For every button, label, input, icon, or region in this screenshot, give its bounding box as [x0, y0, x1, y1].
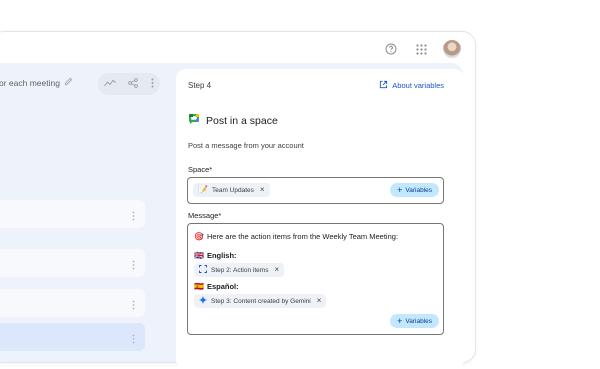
more-vert-icon[interactable]: [151, 75, 154, 93]
space-field[interactable]: 📝 Team Updates × + Variables: [187, 177, 444, 204]
more-vert-icon[interactable]: [132, 257, 135, 275]
more-vert-icon[interactable]: [132, 331, 135, 349]
space-chip-text: Team Updates: [211, 186, 254, 194]
flow-title-text: or each meeting: [0, 77, 60, 88]
action-title-text: Post in a space: [206, 114, 278, 127]
space-variables-button[interactable]: + Variables: [390, 183, 439, 197]
open-in-new-icon: [379, 80, 388, 91]
close-icon[interactable]: ×: [317, 297, 322, 305]
variables-label: Variables: [405, 186, 432, 194]
action-description: Post a message from your account: [188, 141, 304, 150]
flow-actions: [98, 73, 160, 95]
message-intro-line: 🎯 Here are the action items from the Wee…: [194, 232, 398, 241]
step3-chip-text: Step 3: Content created by Gemini: [211, 297, 311, 305]
flow-step-card[interactable]: [0, 200, 145, 228]
step2-chip-text: Step 2: Action items: [211, 266, 269, 274]
memo-emoji: 📝: [198, 185, 208, 194]
plus-icon: +: [397, 185, 403, 195]
activity-icon[interactable]: [104, 75, 116, 93]
step3-variable-chip[interactable]: Step 3: Content created by Gemini ×: [194, 294, 327, 308]
more-vert-icon[interactable]: [132, 297, 135, 315]
about-variables-link[interactable]: About variables: [379, 80, 444, 91]
space-label: Space*: [188, 165, 213, 174]
message-label: Message*: [188, 211, 222, 220]
avatar[interactable]: [443, 40, 461, 58]
gemini-sparkle-icon: [199, 296, 207, 306]
message-field[interactable]: 🎯 Here are the action items from the Wee…: [187, 223, 444, 335]
flow-step-card-active[interactable]: [0, 323, 145, 351]
flow-title[interactable]: or each meeting: [0, 77, 73, 88]
share-icon[interactable]: [128, 75, 139, 93]
space-chip[interactable]: 📝 Team Updates ×: [193, 183, 270, 197]
google-chat-icon: [188, 113, 200, 128]
action-title: Post in a space: [188, 113, 278, 128]
english-heading-text: English:: [206, 251, 237, 260]
spain-flag-emoji: 🇪🇸: [194, 281, 204, 291]
step-label: Step 4: [188, 81, 212, 90]
close-icon[interactable]: ×: [274, 266, 279, 274]
more-vert-icon[interactable]: [132, 208, 135, 226]
message-variables-button[interactable]: + Variables: [390, 314, 439, 328]
top-bar-icons: [383, 40, 461, 58]
flow-step-card[interactable]: [0, 289, 145, 317]
spanish-heading: 🇪🇸 Español:: [194, 282, 239, 291]
about-variables-text: About variables: [392, 81, 444, 90]
close-icon[interactable]: ×: [260, 186, 265, 194]
uk-flag-emoji: 🇬🇧: [194, 250, 204, 260]
apps-grid-icon[interactable]: [413, 41, 429, 57]
target-emoji: 🎯: [194, 231, 204, 241]
plus-icon: +: [397, 316, 403, 326]
english-heading: 🇬🇧 English:: [194, 251, 237, 260]
variables-label: Variables: [405, 317, 432, 325]
step-config-panel: Step 4 About variables Post in a space P…: [176, 69, 464, 369]
flow-step-card[interactable]: [0, 249, 145, 277]
focus-frame-icon: [199, 265, 207, 275]
step2-variable-chip[interactable]: Step 2: Action items ×: [194, 263, 285, 277]
help-circle-icon[interactable]: [383, 41, 399, 57]
flow-steps-pane: or each meeting: [0, 67, 160, 362]
message-intro-text: Here are the action items from the Weekl…: [206, 232, 399, 241]
spanish-heading-text: Español:: [206, 282, 239, 291]
pencil-icon[interactable]: [64, 77, 73, 88]
